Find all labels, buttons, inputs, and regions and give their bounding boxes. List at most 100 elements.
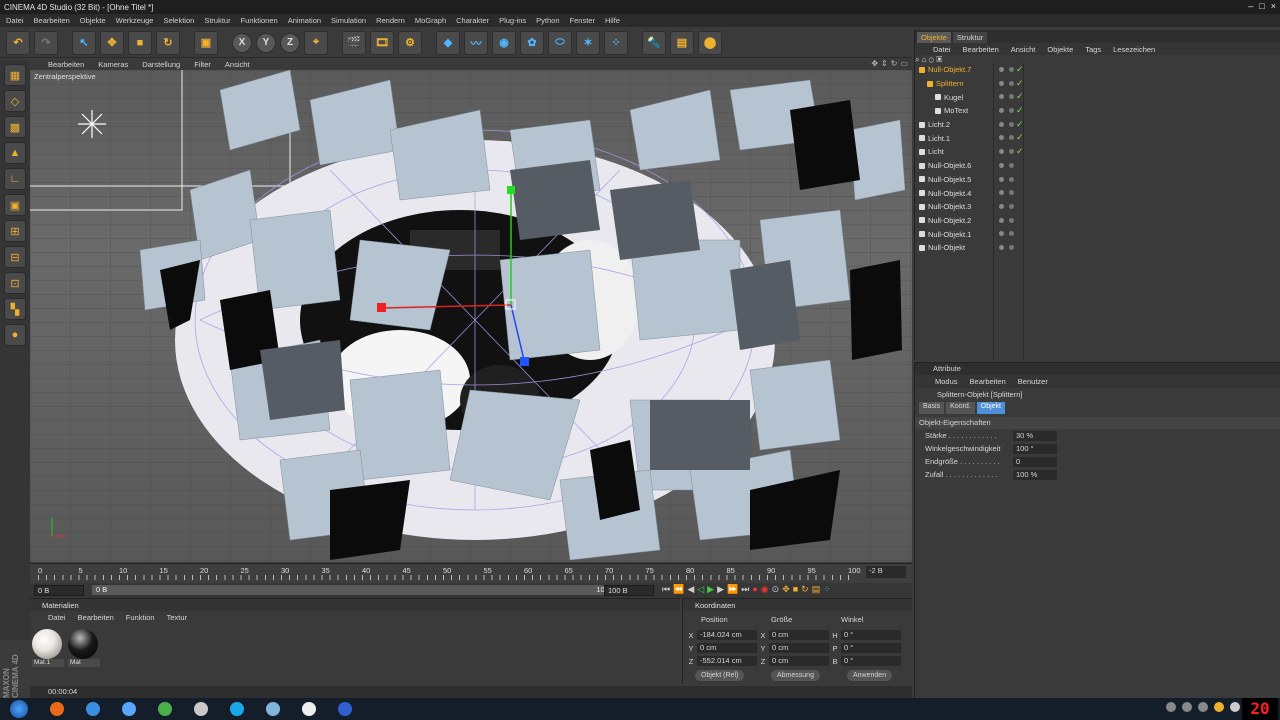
paint-icon[interactable]: ● [4,324,26,346]
editor-visibility-dot[interactable] [999,149,1004,155]
position-y-field[interactable]: 0 cm [697,643,757,653]
position-x-field[interactable]: -184.024 cm [697,630,757,640]
am-menu-benutzer[interactable]: Benutzer [1018,377,1048,386]
axis-mode-icon[interactable]: ⊞ [4,220,26,242]
object-row[interactable]: Splittern ✓ [915,77,1280,91]
timeline-ruler[interactable]: 0 5 10 15 20 25 30 35 40 45 50 55 60 65 70 75 80 85 90 95 10… [30,563,912,583]
render-visibility-dot[interactable] [1009,80,1014,86]
object-row[interactable]: MoText ✓ [915,104,1280,118]
object-row[interactable]: Null-Objekt.5 [915,173,1280,187]
deformer-icon[interactable]: ⬭ [548,30,572,55]
menu-charakter[interactable]: Charakter [456,16,489,25]
minimize-icon[interactable]: – [1248,1,1253,11]
menu-funktionen[interactable]: Funktionen [241,16,278,25]
editor-visibility-dot[interactable] [999,244,1004,250]
workplane-icon[interactable]: ⊟ [4,246,26,268]
rotate-icon[interactable]: ↻ [156,30,180,55]
pan-icon[interactable]: ✥ [871,59,878,68]
maximize-icon[interactable]: □ [1259,1,1264,11]
menu-plugins[interactable]: Plug-ins [499,16,526,25]
next-key-icon[interactable]: ⏩ [727,584,738,595]
cinema4d-icon[interactable] [338,702,352,716]
render-visibility-dot[interactable] [1009,176,1014,182]
editor-visibility-dot[interactable] [999,135,1004,141]
scale-key-icon[interactable]: ■ [793,584,798,595]
close-icon[interactable]: × [1271,1,1276,11]
array-icon[interactable]: ✿ [520,30,544,55]
om-menu-ansicht[interactable]: Ansicht [1011,45,1036,54]
end-frame-field[interactable]: 100 B [604,585,654,596]
coord-mode-dropdown[interactable]: Objekt (Rel) [695,670,745,681]
material-swatch[interactable]: Mat.1 [32,629,64,667]
object-row[interactable]: Licht.1 ✓ [915,131,1280,145]
render-visibility-dot[interactable] [1009,67,1014,72]
render-visibility-dot[interactable] [1009,121,1014,127]
texture-mode-icon[interactable]: ▩ [4,116,26,138]
enabled-check-icon[interactable]: ✓ [1016,132,1024,143]
model-mode-icon[interactable]: ◇ [4,90,26,112]
tray-icon[interactable] [1198,702,1208,712]
floor-icon[interactable]: ⬤ [698,30,722,55]
tab-basis[interactable]: Basis [919,402,945,414]
angular-speed-field[interactable]: 100 ° [1013,443,1057,454]
nurbs-icon[interactable]: ◉ [492,30,516,55]
browser-icon[interactable] [122,702,136,716]
next-frame-icon[interactable]: ▶ [717,584,724,595]
viewport-canvas[interactable]: Zentralperspektive [30,70,912,562]
z-axis-icon[interactable]: Z [280,32,300,53]
start-frame-field[interactable]: 0 B [34,585,84,596]
recent-tool-icon[interactable]: ▣ [194,30,218,55]
end-size-field[interactable]: 0 [1013,456,1057,467]
folder-icon[interactable] [266,702,280,716]
vp-menu-filter[interactable]: Filter [194,60,211,69]
render-visibility-dot[interactable] [1009,190,1014,196]
tab-objekt[interactable]: Objekt [976,402,1005,414]
maximize-view-icon[interactable]: ▭ [900,59,908,68]
om-menu-bearbeiten[interactable]: Bearbeiten [963,45,999,54]
camera-icon[interactable]: 🔦 [642,30,666,55]
menu-python[interactable]: Python [536,16,559,25]
vp-menu-ansicht[interactable]: Ansicht [225,60,250,69]
tray-icon[interactable] [1214,702,1224,712]
object-row[interactable]: Licht ✓ [915,145,1280,159]
object-row[interactable]: Null-Objekt [915,241,1280,255]
points-mode-icon[interactable]: ▲ [4,142,26,164]
vp-menu-bearbeiten[interactable]: Bearbeiten [48,60,84,69]
am-menu-bearbeiten[interactable]: Bearbeiten [970,377,1006,386]
editor-visibility-dot[interactable] [999,121,1004,127]
material-swatch[interactable]: Mat [68,629,100,667]
object-row[interactable]: Licht.2 ✓ [915,118,1280,132]
size-y-field[interactable]: 0 cm [769,643,829,653]
menu-animation[interactable]: Animation [288,16,321,25]
object-row[interactable]: Null-Objekt.6 [915,159,1280,173]
tab-koord[interactable]: Koord. [946,402,975,414]
mat-menu-datei[interactable]: Datei [48,613,66,622]
object-row[interactable]: Null-Objekt.7 ✓ [915,63,1280,77]
prev-frame-icon[interactable]: ◀ [687,584,694,595]
menu-objekte[interactable]: Objekte [80,16,106,25]
play-back-icon[interactable]: ◁ [697,584,704,595]
undo-icon[interactable]: ↶ [6,30,30,55]
volume-icon[interactable] [1230,702,1240,712]
object-row[interactable]: Null-Objekt.1 [915,227,1280,241]
editor-visibility-dot[interactable] [999,80,1004,86]
object-row[interactable]: Null-Objekt.4 [915,186,1280,200]
strength-field[interactable]: 30 % [1013,430,1057,441]
play-icon[interactable]: ▶ [707,584,714,595]
render-visibility-dot[interactable] [1009,162,1014,168]
render-visibility-dot[interactable] [1009,244,1014,250]
chrome-icon[interactable] [86,702,100,716]
editor-visibility-dot[interactable] [999,176,1004,182]
render-settings-icon[interactable]: ⚙ [398,30,422,55]
mat-menu-funktion[interactable]: Funktion [126,613,155,622]
enabled-check-icon[interactable]: ✓ [1016,119,1024,130]
render-view-icon[interactable]: 🎬 [342,30,366,55]
autokey-icon[interactable]: ◉ [761,584,769,595]
rot-key-icon[interactable]: ↻ [801,584,809,595]
spline-icon[interactable]: 〰 [464,30,488,55]
pos-key-icon[interactable]: ✥ [782,584,790,595]
enabled-check-icon[interactable]: ✓ [1016,91,1024,102]
apply-button[interactable]: Anwenden [847,670,893,681]
make-editable-icon[interactable]: ▦ [4,64,26,86]
go-start-icon[interactable]: ⏮ [662,584,670,595]
